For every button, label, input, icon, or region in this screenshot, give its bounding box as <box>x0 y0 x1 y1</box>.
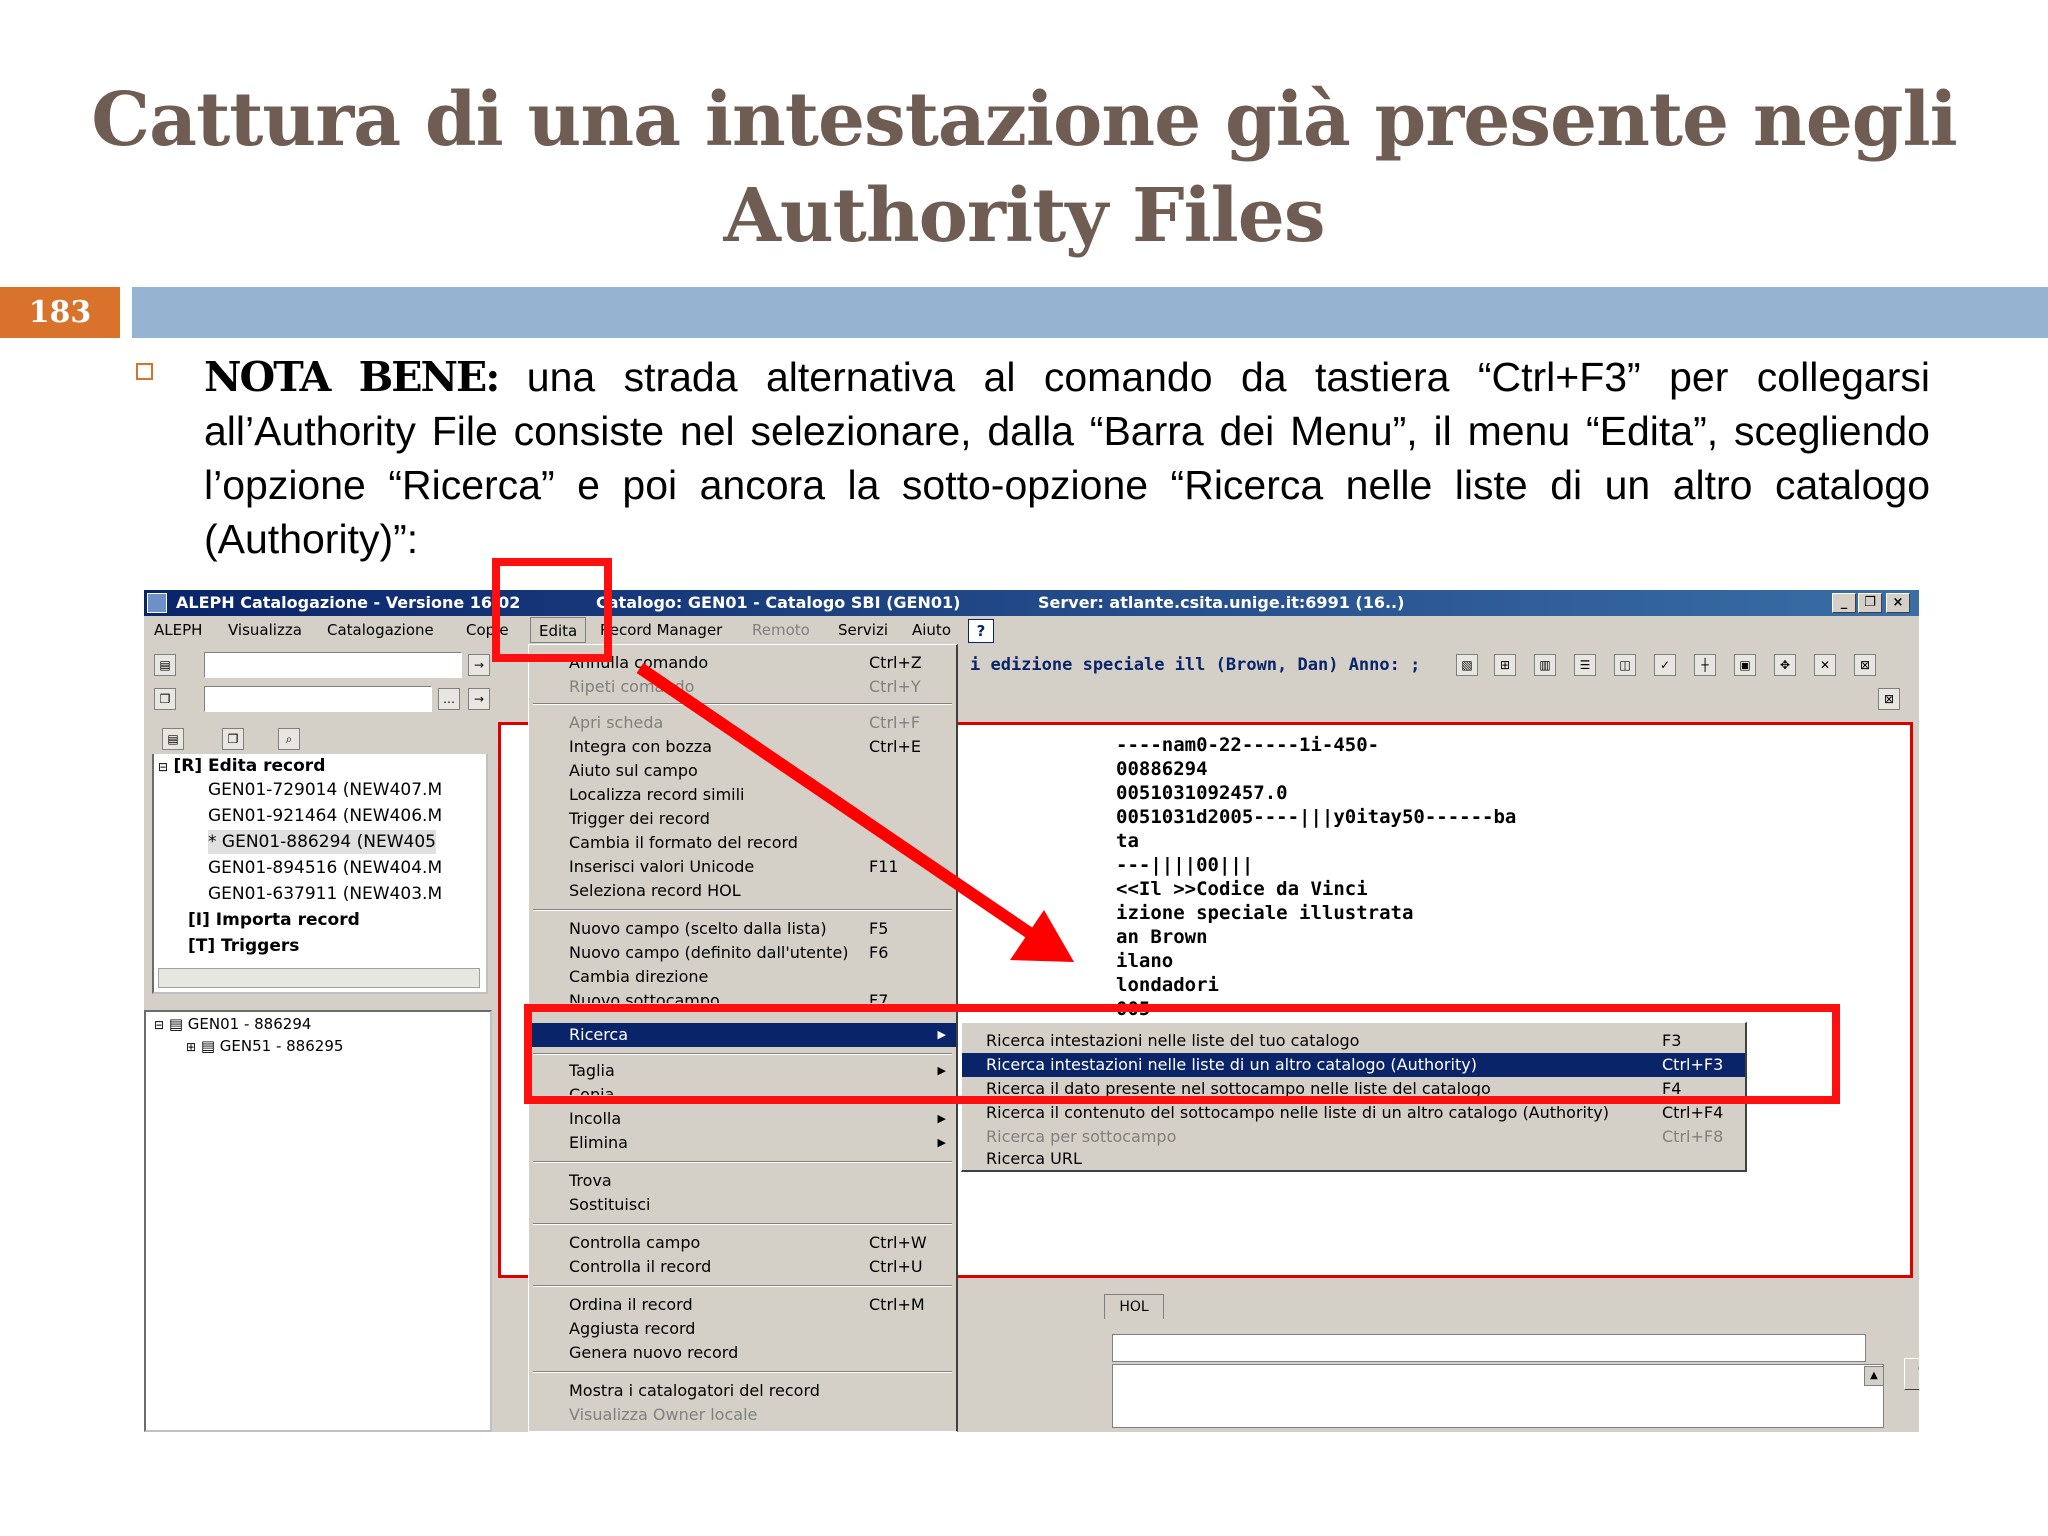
arrow-shaft <box>636 663 1038 941</box>
annotation-arrow <box>636 663 1074 962</box>
arrow-head <box>1010 910 1074 962</box>
